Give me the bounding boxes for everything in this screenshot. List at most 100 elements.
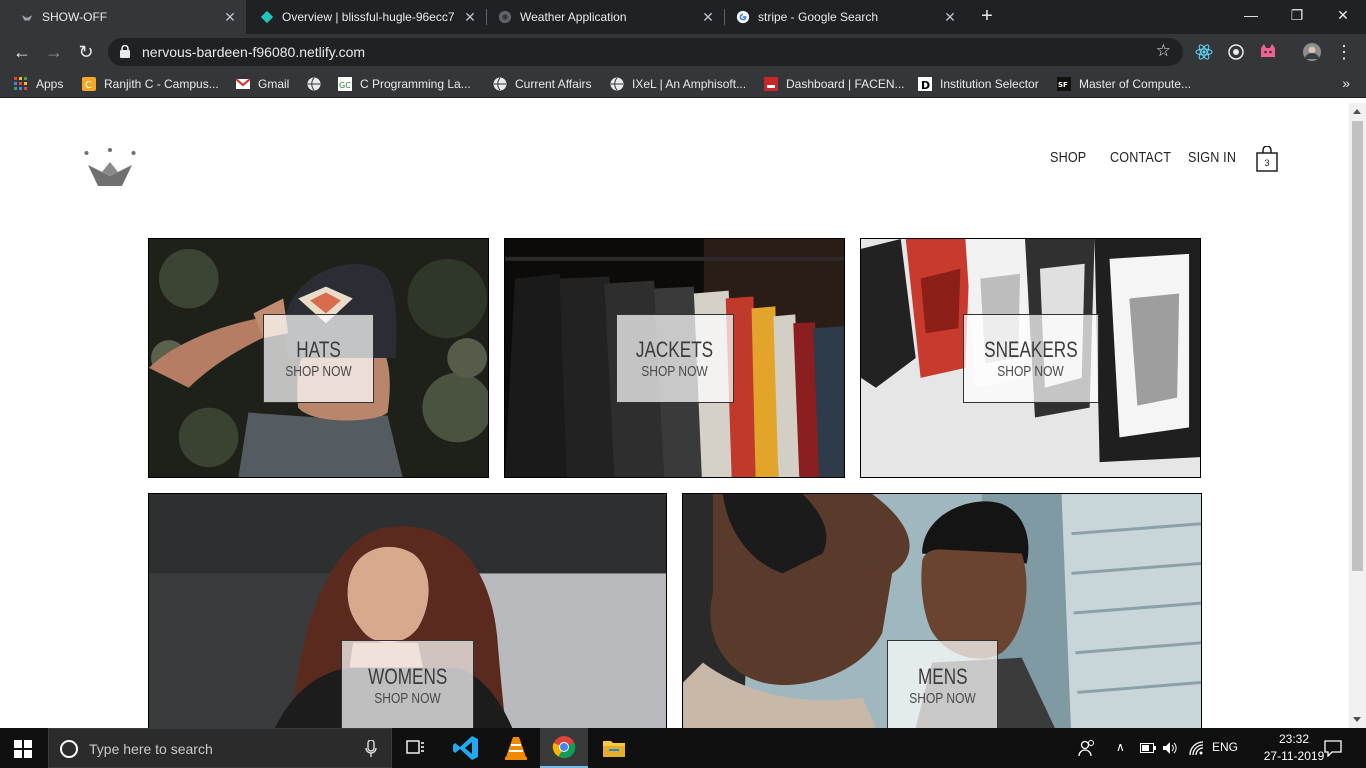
scroll-up-icon[interactable]: [1353, 109, 1361, 114]
close-tab-icon[interactable]: ✕: [942, 9, 958, 26]
bookmark-label: Master of Compute...: [1079, 77, 1192, 91]
category-card-jackets[interactable]: JACKETS SHOP NOW: [504, 238, 845, 478]
category-card-hats[interactable]: HATS SHOP NOW: [148, 238, 489, 478]
category-card-sneakers[interactable]: SNEAKERS SHOP NOW: [860, 238, 1201, 478]
tab-show-off[interactable]: SHOW-OFF ✕: [0, 0, 246, 34]
bookmark-star-icon[interactable]: ☆: [1156, 41, 1171, 61]
url-text: nervous-bardeen-f96080.netlify.com: [142, 44, 366, 60]
shop-now-link[interactable]: SHOP NOW: [285, 363, 351, 381]
taskbar-vscode[interactable]: [442, 728, 490, 768]
react-devtools-icon[interactable]: [1194, 42, 1214, 62]
extension-target-icon[interactable]: [1226, 42, 1246, 62]
bookmarks-bar: Apps C Ranjith C - Campus... Gmail GC C …: [0, 70, 1366, 98]
show-hidden-icons-icon[interactable]: ∧: [1116, 740, 1125, 754]
category-title: WOMENS: [367, 664, 448, 689]
category-title: JACKETS: [636, 336, 714, 362]
tab-weather-application[interactable]: Weather Application ✕: [486, 0, 724, 34]
category-title: SNEAKERS: [984, 336, 1078, 362]
category-title: HATS: [296, 336, 341, 362]
svg-text:SF: SF: [1058, 81, 1068, 89]
bookmark-gmail[interactable]: Gmail: [236, 75, 289, 93]
taskbar-chrome[interactable]: [540, 728, 588, 768]
clock-time: 23:32: [1278, 732, 1310, 746]
svg-text:C: C: [85, 80, 92, 91]
globe-icon: [307, 77, 321, 91]
windows-start-icon[interactable]: [14, 740, 32, 758]
new-tab-button[interactable]: +: [977, 6, 997, 28]
close-tab-icon[interactable]: ✕: [462, 9, 478, 26]
nav-sign-in-link[interactable]: SIGN IN: [1188, 149, 1236, 166]
task-view-button[interactable]: [392, 728, 440, 768]
nav-contact-link[interactable]: CONTACT: [1110, 149, 1171, 166]
tab-netlify-overview[interactable]: Overview | blissful-hugle-96ecc7 ✕: [246, 0, 486, 34]
reload-button[interactable]: ↻: [74, 40, 98, 64]
nav-shop-link[interactable]: SHOP: [1050, 149, 1086, 166]
bookmark-current-affairs[interactable]: Current Affairs: [493, 75, 591, 93]
tab-stripe-google-search[interactable]: stripe - Google Search ✕: [724, 0, 966, 34]
category-label[interactable]: MENS SHOP NOW: [887, 640, 998, 728]
tab-title: Weather Application: [520, 10, 627, 24]
taskbar-search-box[interactable]: Type here to search: [48, 728, 392, 768]
windows-taskbar: Type here to search ∧ ENG 23:32 27-11-20…: [0, 728, 1366, 768]
system-clock[interactable]: 23:32 27-11-2019: [1256, 731, 1332, 765]
bookmark-apps[interactable]: Apps: [14, 75, 63, 93]
browser-toolbar: ← → ↻ nervous-bardeen-f96080.netlify.com…: [0, 34, 1366, 70]
shop-now-link[interactable]: SHOP NOW: [909, 690, 975, 708]
facenet-icon: [764, 77, 778, 91]
bookmarks-overflow-icon[interactable]: »: [1342, 75, 1350, 91]
bookmark-label: Ranjith C - Campus...: [104, 77, 219, 91]
bookmark-globe[interactable]: [307, 75, 329, 93]
gmail-icon: [236, 78, 250, 89]
close-window-button[interactable]: ✕: [1320, 0, 1366, 30]
globe-icon: [498, 10, 512, 24]
people-icon[interactable]: [1078, 739, 1096, 757]
category-label[interactable]: WOMENS SHOP NOW: [341, 640, 474, 728]
microphone-icon[interactable]: [365, 740, 377, 758]
apps-grid-icon: [14, 77, 27, 90]
bookmark-institution-selector[interactable]: D Institution Selector: [918, 75, 1039, 93]
bookmark-campus[interactable]: C Ranjith C - Campus...: [82, 75, 219, 93]
address-bar[interactable]: nervous-bardeen-f96080.netlify.com ☆: [108, 38, 1183, 66]
language-indicator[interactable]: ENG: [1212, 740, 1238, 754]
shop-now-link[interactable]: SHOP NOW: [998, 363, 1064, 381]
close-tab-icon[interactable]: ✕: [700, 9, 716, 26]
action-center-icon[interactable]: [1324, 739, 1342, 757]
close-tab-icon[interactable]: ✕: [222, 9, 238, 26]
shop-now-link[interactable]: SHOP NOW: [374, 690, 440, 708]
cart-button[interactable]: 3: [1256, 145, 1278, 172]
category-card-womens[interactable]: WOMENS SHOP NOW: [148, 493, 667, 728]
shop-now-link[interactable]: SHOP NOW: [642, 363, 708, 381]
volume-icon[interactable]: [1162, 740, 1178, 756]
profile-avatar-icon[interactable]: [1302, 42, 1322, 62]
page-scrollbar[interactable]: [1349, 103, 1366, 728]
svg-text:GC: GC: [339, 81, 351, 90]
chrome-icon: [552, 736, 576, 759]
battery-icon[interactable]: [1140, 742, 1156, 754]
restore-button[interactable]: ❐: [1274, 0, 1320, 30]
extension-cat-icon[interactable]: [1258, 42, 1278, 62]
category-label[interactable]: JACKETS SHOP NOW: [616, 314, 734, 403]
sf-icon: SF: [1057, 77, 1071, 91]
wifi-icon[interactable]: [1188, 740, 1204, 756]
search-placeholder: Type here to search: [89, 741, 213, 757]
back-button[interactable]: ←: [10, 40, 34, 64]
chrome-menu-icon[interactable]: ⋮: [1332, 40, 1356, 64]
bookmark-label: Gmail: [258, 77, 290, 91]
forward-button[interactable]: →: [42, 40, 66, 64]
taskbar-vlc[interactable]: [492, 728, 540, 768]
minimize-button[interactable]: —: [1228, 0, 1274, 30]
bookmark-ixel[interactable]: IXeL | An Amphisoft...: [610, 75, 746, 93]
category-card-mens[interactable]: MENS SHOP NOW: [682, 493, 1202, 728]
category-label[interactable]: HATS SHOP NOW: [263, 314, 374, 403]
category-label[interactable]: SNEAKERS SHOP NOW: [963, 314, 1099, 403]
bookmark-master-of-computer[interactable]: SF Master of Compute...: [1057, 75, 1191, 93]
lock-icon: [120, 45, 130, 58]
browser-tab-strip: SHOW-OFF ✕ Overview | blissful-hugle-96e…: [0, 0, 1366, 34]
scroll-down-icon[interactable]: [1353, 717, 1361, 722]
bookmark-facenet-dashboard[interactable]: Dashboard | FACEN...: [764, 75, 905, 93]
google-icon: [736, 10, 750, 24]
scroll-thumb[interactable]: [1352, 121, 1363, 571]
bookmark-c-programming[interactable]: GC C Programming La...: [338, 75, 471, 93]
crown-logo-icon[interactable]: [84, 148, 136, 188]
taskbar-file-explorer[interactable]: [590, 728, 638, 768]
